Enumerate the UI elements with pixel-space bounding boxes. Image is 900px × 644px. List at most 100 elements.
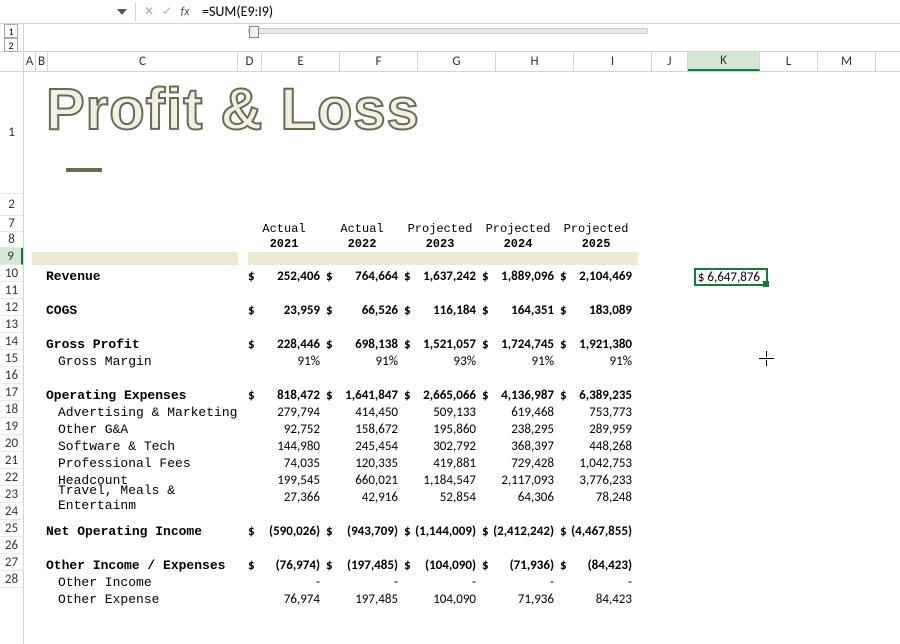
col-header-A[interactable]: A	[24, 52, 36, 71]
cell-value[interactable]: 64,306	[482, 490, 560, 505]
cell-value[interactable]: $(590,026)	[248, 524, 326, 539]
row-header-1[interactable]: 1	[0, 72, 23, 194]
cell-value[interactable]: 3,776,233	[560, 473, 638, 488]
cell-value[interactable]: -	[248, 575, 326, 590]
cell-value[interactable]: $1,521,057	[404, 337, 482, 352]
row-header-23[interactable]: 23	[0, 486, 23, 503]
cell-value[interactable]: $(1,144,009)	[404, 524, 482, 539]
col-header-L[interactable]: L	[760, 52, 818, 71]
row-header-18[interactable]: 18	[0, 401, 23, 418]
select-all-corner[interactable]	[0, 52, 24, 71]
cell-value[interactable]: 158,672	[326, 422, 404, 437]
row-header-25[interactable]: 25	[0, 520, 23, 537]
row-header-19[interactable]: 19	[0, 418, 23, 435]
col-header-B[interactable]: B	[36, 52, 48, 71]
cell-value[interactable]: $2,665,066	[404, 388, 482, 403]
col-header-K[interactable]: K	[688, 52, 760, 71]
cell-value[interactable]: 660,021	[326, 473, 404, 488]
row-header-11[interactable]: 11	[0, 282, 23, 299]
namebox-dropdown-icon[interactable]	[113, 2, 131, 22]
cell-value[interactable]: $1,641,847	[326, 388, 404, 403]
cell-value[interactable]: $(104,090)	[404, 558, 482, 573]
cell-value[interactable]: 302,792	[404, 439, 482, 454]
cell-value[interactable]: 78,248	[560, 490, 638, 505]
row-header-21[interactable]: 21	[0, 452, 23, 469]
cell-value[interactable]: $764,664	[326, 269, 404, 284]
fx-icon[interactable]: fx	[176, 2, 194, 22]
cancel-icon[interactable]: ✕	[140, 4, 158, 19]
cell-value[interactable]: 448,268	[560, 439, 638, 454]
cell-value[interactable]: 27,366	[248, 490, 326, 505]
cell-value[interactable]: 753,773	[560, 405, 638, 420]
row-header-8[interactable]: 8	[0, 232, 23, 248]
cell-value[interactable]: $1,637,242	[404, 269, 482, 284]
cell-value[interactable]: -	[326, 575, 404, 590]
cell-value[interactable]: 120,335	[326, 456, 404, 471]
cell-value[interactable]: 729,428	[482, 456, 560, 471]
col-header-H[interactable]: H	[496, 52, 574, 71]
cell-value[interactable]: $(2,412,242)	[482, 524, 560, 539]
cell-value[interactable]: 1,042,753	[560, 456, 638, 471]
cell-value[interactable]: $818,472	[248, 388, 326, 403]
cell-value[interactable]: 619,468	[482, 405, 560, 420]
col-header-D[interactable]: D	[238, 52, 262, 71]
row-header-26[interactable]: 26	[0, 537, 23, 554]
row-header-2[interactable]: 2	[0, 194, 23, 216]
cell-value[interactable]: -	[404, 575, 482, 590]
cell-value[interactable]: 279,794	[248, 405, 326, 420]
cell-value[interactable]: $164,351	[482, 303, 560, 318]
cell-value[interactable]: 197,485	[326, 592, 404, 607]
cell-value[interactable]: 289,959	[560, 422, 638, 437]
cell-value[interactable]: $(197,485)	[326, 558, 404, 573]
cell-value[interactable]: 74,035	[248, 456, 326, 471]
cell-value[interactable]: $(943,709)	[326, 524, 404, 539]
cell-value[interactable]: $1,724,745	[482, 337, 560, 352]
cell-value[interactable]: 419,881	[404, 456, 482, 471]
cell-value[interactable]: $1,889,096	[482, 269, 560, 284]
cell-value[interactable]: 76,974	[248, 592, 326, 607]
row-header-24[interactable]: 24	[0, 503, 23, 520]
outline-level-2[interactable]: 2	[4, 38, 18, 52]
cell-value[interactable]: -	[482, 575, 560, 590]
cell-value[interactable]: 414,450	[326, 405, 404, 420]
cell-value[interactable]: $(84,423)	[560, 558, 638, 573]
cell-value[interactable]: 509,133	[404, 405, 482, 420]
cell-value[interactable]: 91%	[482, 354, 560, 369]
cell-value[interactable]: $(4,467,855)	[560, 524, 638, 539]
cell-value[interactable]: 91%	[248, 354, 326, 369]
outline-level-1[interactable]: 1	[4, 24, 18, 38]
col-header-F[interactable]: F	[340, 52, 418, 71]
row-header-14[interactable]: 14	[0, 333, 23, 350]
cell-value[interactable]: 91%	[560, 354, 638, 369]
cell-value[interactable]: $228,446	[248, 337, 326, 352]
col-header-M[interactable]: M	[818, 52, 876, 71]
grid[interactable]: 1278910111213141516171819202122232425262…	[0, 72, 900, 644]
column-group-slider[interactable]	[24, 24, 900, 51]
row-header-7[interactable]: 7	[0, 216, 23, 232]
cell-value[interactable]: 195,860	[404, 422, 482, 437]
cell-value[interactable]: 92,752	[248, 422, 326, 437]
cell-value[interactable]: $1,921,380	[560, 337, 638, 352]
row-header-12[interactable]: 12	[0, 299, 23, 316]
cell-value[interactable]: 2,117,093	[482, 473, 560, 488]
row-header-20[interactable]: 20	[0, 435, 23, 452]
cell-value[interactable]: $698,138	[326, 337, 404, 352]
cell-value[interactable]: 84,423	[560, 592, 638, 607]
row-header-27[interactable]: 27	[0, 554, 23, 571]
col-header-J[interactable]: J	[652, 52, 688, 71]
cell-value[interactable]: 52,854	[404, 490, 482, 505]
cell-value[interactable]: 245,454	[326, 439, 404, 454]
cell-value[interactable]: -	[560, 575, 638, 590]
col-header-G[interactable]: G	[418, 52, 496, 71]
cell-value[interactable]: 238,295	[482, 422, 560, 437]
cell-value[interactable]: 368,397	[482, 439, 560, 454]
cell-value[interactable]: $6,389,235	[560, 388, 638, 403]
cell-value[interactable]: $(71,936)	[482, 558, 560, 573]
row-header-9[interactable]: 9	[0, 248, 23, 265]
cell-value[interactable]: $4,136,987	[482, 388, 560, 403]
cell-value[interactable]: $116,184	[404, 303, 482, 318]
row-header-15[interactable]: 15	[0, 350, 23, 367]
row-header-16[interactable]: 16	[0, 367, 23, 384]
cells-area[interactable]: Profit & Loss ActualActualProjectedProje…	[24, 72, 900, 644]
cell-value[interactable]: 71,936	[482, 592, 560, 607]
